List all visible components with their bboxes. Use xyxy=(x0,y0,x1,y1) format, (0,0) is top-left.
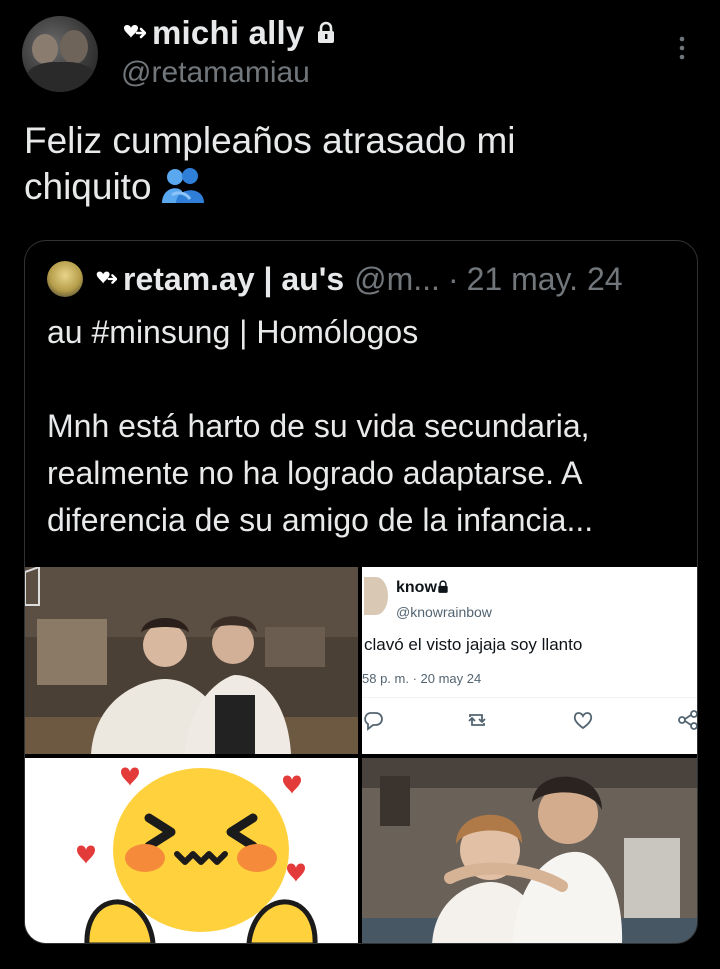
reply-icon xyxy=(362,709,384,731)
like-icon xyxy=(572,709,594,731)
quote-author-avatar xyxy=(47,261,83,297)
quote-media-grid: know @knowrainbow clavó el visto jajaja … xyxy=(25,567,697,943)
quote-display-name: retam.ay | au's xyxy=(123,260,345,297)
media-photo-gym[interactable] xyxy=(25,567,358,754)
lock-icon xyxy=(436,580,450,594)
white-heart-arrow-icon xyxy=(93,267,119,291)
embedded-handle: @knowrainbow xyxy=(396,604,492,620)
author-name-row[interactable]: michi ally xyxy=(120,12,338,54)
share-icon xyxy=(677,709,697,731)
white-heart-arrow-icon xyxy=(120,20,149,46)
tweet: michi ally @retamamiau Feliz cumpleaños … xyxy=(0,0,720,969)
embedded-actions xyxy=(362,709,697,733)
quote-text-line: au #minsung | Homólogos xyxy=(47,314,419,350)
quote-text-line: realmente no ha logrado adaptarse. A xyxy=(47,455,583,491)
tweet-text: Feliz cumpleaños atrasado mi chiquito xyxy=(24,118,684,210)
author-handle[interactable]: @retamamiau xyxy=(121,56,310,90)
author-avatar[interactable] xyxy=(22,16,98,92)
quote-handle: @m... xyxy=(354,260,440,297)
quote-text: au #minsung | Homólogos Mnh está harto d… xyxy=(47,309,687,544)
quote-text-line: diferencia de su amigo de la infancia... xyxy=(47,502,594,538)
retweet-icon xyxy=(466,709,488,731)
lock-icon xyxy=(314,21,338,45)
divider xyxy=(362,697,697,698)
tweet-text-line-2: chiquito xyxy=(24,166,152,207)
quote-date: 21 may. 24 xyxy=(466,260,623,297)
media-cute-emoji-sticker[interactable] xyxy=(25,758,358,943)
quote-text-line: Mnh está harto de su vida secundaria, xyxy=(47,408,590,444)
more-options-icon[interactable] xyxy=(672,34,692,64)
media-photo-embrace[interactable] xyxy=(362,758,697,943)
quoted-tweet[interactable]: retam.ay | au's @m... · 21 may. 24 au #m… xyxy=(24,240,698,944)
embedded-avatar xyxy=(364,577,388,615)
media-embedded-tweet[interactable]: know @knowrainbow clavó el visto jajaja … xyxy=(362,567,697,754)
people-hugging-icon xyxy=(160,165,206,205)
embedded-display-name: know xyxy=(396,579,437,596)
embedded-text: clavó el visto jajaja soy llanto xyxy=(364,635,583,654)
tweet-text-line-1: Feliz cumpleaños atrasado mi xyxy=(24,120,516,161)
embedded-meta: 58 p. m. · 20 may 24 xyxy=(362,671,482,686)
quote-separator: · xyxy=(447,260,459,297)
author-display-name: michi ally xyxy=(152,14,305,51)
quote-header: retam.ay | au's @m... · 21 may. 24 xyxy=(47,259,623,299)
